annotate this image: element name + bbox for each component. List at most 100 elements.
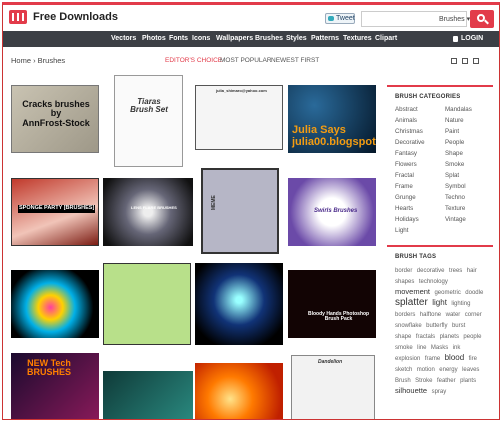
tag-link[interactable]: line <box>417 345 426 351</box>
tag-link[interactable]: silhouette <box>395 386 427 395</box>
thumbnail-tiaras[interactable]: Tiaras Brush Set <box>114 75 183 167</box>
search-scope-select[interactable]: Brushes ▾ <box>439 15 470 23</box>
nav-item-clipart[interactable]: Clipart <box>375 35 397 42</box>
thumbnail-floral[interactable] <box>103 263 191 345</box>
search-button[interactable] <box>470 10 494 28</box>
tag-link[interactable]: light <box>432 298 447 307</box>
tag-link[interactable]: sketch <box>395 367 412 373</box>
tag-link[interactable]: halftone <box>420 312 441 318</box>
tag-link[interactable]: geometric <box>434 290 460 296</box>
tag-link[interactable]: hair <box>467 268 477 274</box>
tag-link[interactable]: burst <box>452 323 465 329</box>
category-link[interactable]: Splat <box>445 172 459 179</box>
thumbnail-swirls[interactable]: Swirls Brushes <box>288 178 376 246</box>
site-logo-icon[interactable] <box>9 10 27 24</box>
tag-link[interactable]: border <box>395 268 412 274</box>
category-link[interactable]: Shape <box>445 150 463 157</box>
category-link[interactable]: Light <box>395 227 408 234</box>
tab-editors-choice[interactable]: EDITOR'S CHOICE <box>165 57 222 64</box>
tag-link[interactable]: decorative <box>417 268 445 274</box>
category-link[interactable]: Christmas <box>395 128 423 135</box>
tag-link[interactable]: corner <box>465 312 482 318</box>
tag-link[interactable]: ink <box>453 345 461 351</box>
tag-link[interactable]: blood <box>445 353 465 362</box>
tag-link[interactable]: butterfly <box>426 323 447 329</box>
tag-link[interactable]: movement <box>395 287 430 296</box>
tag-link[interactable]: people <box>463 334 481 340</box>
tag-link[interactable]: feather <box>437 378 456 384</box>
thumbnail-fire[interactable] <box>195 363 283 419</box>
category-link[interactable]: Smoke <box>445 161 464 168</box>
tag-link[interactable]: doodle <box>465 290 483 296</box>
category-link[interactable]: Fantasy <box>395 150 417 157</box>
tag-link[interactable]: plants <box>460 378 476 384</box>
category-link[interactable]: Decorative <box>395 139 425 146</box>
category-link[interactable]: Vintage <box>445 216 466 223</box>
list-view-icon[interactable] <box>473 58 479 64</box>
small-grid-icon[interactable] <box>462 58 468 64</box>
thumbnail-teal-grunge[interactable] <box>103 371 193 419</box>
tag-link[interactable]: lighting <box>451 301 470 307</box>
thumbnail-lens-flare[interactable]: LENS FLARE BRUSHES <box>103 178 193 246</box>
tab-most-popular[interactable]: MOST POPULAR <box>220 57 272 64</box>
tag-link[interactable]: borders <box>395 312 415 318</box>
tag-link[interactable]: fractals <box>416 334 435 340</box>
category-link[interactable]: Fractal <box>395 172 414 179</box>
nav-item-brushes[interactable]: Brushes <box>255 35 283 42</box>
tag-link[interactable]: smoke <box>395 345 413 351</box>
nav-item-textures[interactable]: Textures <box>343 35 372 42</box>
nav-item-styles[interactable]: Styles <box>286 35 307 42</box>
thumbnail-bloody-hands[interactable]: Bloody Hands Photoshop Brush Pack <box>288 270 376 338</box>
tag-link[interactable]: water <box>446 312 461 318</box>
category-link[interactable]: Texture <box>445 205 465 212</box>
category-link[interactable]: Symbol <box>445 183 466 190</box>
category-link[interactable]: Holidays <box>395 216 419 223</box>
tag-link[interactable]: spray <box>432 389 447 395</box>
tag-link[interactable]: splatter <box>395 297 428 308</box>
tag-link[interactable]: Brush <box>395 378 411 384</box>
nav-item-photos[interactable]: Photos <box>142 35 166 42</box>
thumbnail-blue-hand[interactable] <box>195 263 283 345</box>
category-link[interactable]: Nature <box>445 117 464 124</box>
category-link[interactable]: Abstract <box>395 106 418 113</box>
tag-link[interactable]: planets <box>440 334 459 340</box>
tag-link[interactable]: energy <box>439 367 457 373</box>
site-name[interactable]: Free Downloads <box>33 11 118 23</box>
tag-link[interactable]: shape <box>395 334 411 340</box>
tag-link[interactable]: fire <box>469 356 477 362</box>
thumbnail-rainbow-burst[interactable] <box>11 270 99 338</box>
thumbnail-julia-says[interactable]: Julia Says julia00.blogspot.com <box>288 85 376 153</box>
nav-item-icons[interactable]: Icons <box>192 35 210 42</box>
tab-newest-first[interactable]: NEWEST FIRST <box>271 57 319 64</box>
tag-link[interactable]: trees <box>449 268 462 274</box>
thumbnail-meme-frames[interactable]: MEME <box>201 168 279 254</box>
nav-item-fonts[interactable]: Fonts <box>169 35 188 42</box>
tag-link[interactable]: Stroke <box>415 378 432 384</box>
tag-link[interactable]: motion <box>417 367 435 373</box>
thumbnail-silhouettes[interactable]: julia_shimaro@yahoo.com <box>195 85 283 150</box>
nav-item-patterns[interactable]: Patterns <box>311 35 339 42</box>
thumbnail-cracks[interactable]: Cracks brushes by AnnFrost-Stock <box>11 85 99 153</box>
category-link[interactable]: Mandalas <box>445 106 472 113</box>
tag-link[interactable]: explosion <box>395 356 420 362</box>
login-link[interactable]: LOGIN <box>453 35 483 42</box>
category-link[interactable]: Grunge <box>395 194 416 201</box>
thumbnail-sponge-party[interactable]: SPONGE PARTY [BRUSHES] <box>11 178 99 246</box>
tag-link[interactable]: snowflake <box>395 323 422 329</box>
tag-link[interactable]: shapes <box>395 279 414 285</box>
nav-item-vectors[interactable]: Vectors <box>111 35 136 42</box>
category-link[interactable]: Animals <box>395 117 417 124</box>
thumbnail-tech-brushes[interactable]: NEW Tech BRUSHES <box>11 353 99 419</box>
nav-item-wallpapers[interactable]: Wallpapers <box>216 35 253 42</box>
category-link[interactable]: Techno <box>445 194 465 201</box>
category-link[interactable]: Paint <box>445 128 459 135</box>
tag-link[interactable]: technology <box>419 279 448 285</box>
tweet-button[interactable]: Tweet <box>325 13 355 24</box>
category-link[interactable]: Frame <box>395 183 413 190</box>
tag-link[interactable]: frame <box>425 356 440 362</box>
category-link[interactable]: Hearts <box>395 205 413 212</box>
tag-link[interactable]: leaves <box>462 367 479 373</box>
grid-view-icon[interactable] <box>451 58 457 64</box>
category-link[interactable]: People <box>445 139 464 146</box>
tag-link[interactable]: Masks <box>431 345 448 351</box>
